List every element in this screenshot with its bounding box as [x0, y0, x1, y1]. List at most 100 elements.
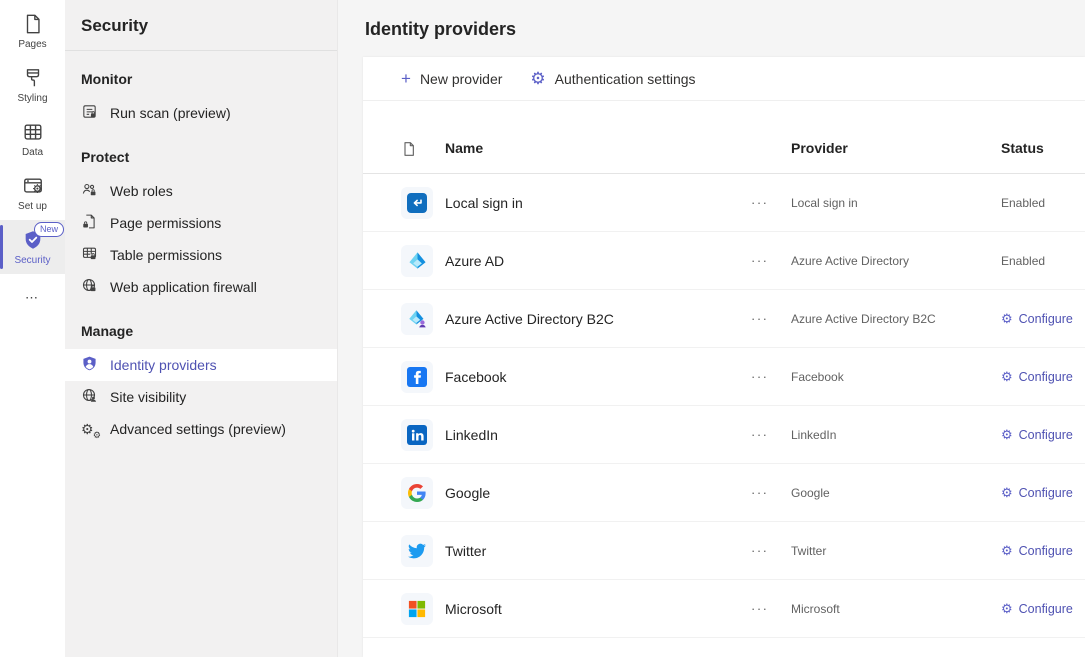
rail-item-label: Styling — [17, 93, 47, 104]
rail-item-label: Set up — [18, 201, 47, 212]
sidebar-item-run-scan[interactable]: Run scan (preview) — [65, 97, 337, 129]
table-row[interactable]: Local sign in ··· Local sign in Enabled — [363, 174, 1085, 232]
row-more-button[interactable]: ··· — [751, 543, 791, 558]
rail-item-label: Pages — [18, 39, 46, 50]
sidebar-title: Security — [65, 0, 337, 51]
new-badge: New — [34, 222, 64, 237]
microsoft-icon — [401, 593, 433, 625]
local-sign-in-icon — [401, 187, 433, 219]
authentication-settings-label: Authentication settings — [555, 71, 696, 87]
sidebar-item-web-roles[interactable]: Web roles — [65, 175, 337, 207]
configure-label: Configure — [1019, 428, 1073, 442]
table-row[interactable]: Facebook ··· Facebook ⚙︎Configure — [363, 348, 1085, 406]
rail-item-set-up[interactable]: Set up — [0, 166, 65, 220]
rail-more-button[interactable]: ⋯ — [0, 274, 65, 322]
configure-label: Configure — [1019, 312, 1073, 326]
row-more-button[interactable]: ··· — [751, 195, 791, 210]
sidebar-item-label: Page permissions — [110, 215, 221, 231]
row-more-button[interactable]: ··· — [751, 369, 791, 384]
sidebar-item-advanced-settings[interactable]: ⚙︎⚙︎ Advanced settings (preview) — [65, 413, 337, 445]
status-text: Enabled — [1001, 196, 1065, 210]
table-row[interactable]: Google ··· Google ⚙︎Configure — [363, 464, 1085, 522]
row-provider: Azure Active Directory — [791, 254, 1001, 268]
authentication-settings-button[interactable]: ⚙︎ Authentication settings — [530, 70, 695, 87]
configure-label: Configure — [1019, 486, 1073, 500]
facebook-icon — [401, 361, 433, 393]
configure-link[interactable]: ⚙︎Configure — [1001, 486, 1073, 500]
table-row[interactable]: Microsoft ··· Microsoft ⚙︎Configure — [363, 580, 1085, 638]
configure-link[interactable]: ⚙︎Configure — [1001, 428, 1073, 442]
row-name: LinkedIn — [445, 427, 751, 443]
section-header-monitor: Monitor — [65, 51, 337, 97]
document-icon — [401, 141, 445, 156]
paintbrush-icon — [22, 67, 44, 89]
row-provider: Google — [791, 486, 1001, 500]
row-name: Twitter — [445, 543, 751, 559]
sidebar-item-label: Advanced settings (preview) — [110, 421, 286, 437]
row-more-button[interactable]: ··· — [751, 485, 791, 500]
table-row[interactable]: Azure AD ··· Azure Active Directory Enab… — [363, 232, 1085, 290]
row-name: Local sign in — [445, 195, 751, 211]
row-more-button[interactable]: ··· — [751, 253, 791, 268]
sidebar-item-identity-providers[interactable]: Identity providers — [65, 349, 337, 381]
security-sidebar: Security Monitor Run scan (preview) Prot… — [65, 0, 338, 657]
table-lock-icon — [81, 245, 98, 265]
row-name: Facebook — [445, 369, 751, 385]
sidebar-item-label: Site visibility — [110, 389, 186, 405]
row-more-button[interactable]: ··· — [751, 601, 791, 616]
row-more-button[interactable]: ··· — [751, 427, 791, 442]
sidebar-item-label: Web application firewall — [110, 279, 257, 295]
rail-item-security[interactable]: New Security — [0, 220, 65, 274]
linkedin-icon — [401, 419, 433, 451]
people-lock-icon — [81, 181, 98, 201]
left-rail: Pages Styling Data Set up New Security ⋯ — [0, 0, 65, 657]
pages-icon — [22, 13, 44, 35]
column-header-provider[interactable]: Provider — [791, 140, 1001, 156]
column-header-name[interactable]: Name — [445, 140, 751, 156]
gear-icon: ⚙︎ — [530, 70, 545, 87]
rail-item-styling[interactable]: Styling — [0, 58, 65, 112]
sidebar-item-web-application-firewall[interactable]: Web application firewall — [65, 271, 337, 303]
gear-icon: ⚙︎ — [1001, 370, 1013, 383]
status-text: Enabled — [1001, 254, 1065, 268]
configure-link[interactable]: ⚙︎ Configure — [1001, 312, 1073, 326]
section-header-protect: Protect — [65, 129, 337, 175]
rail-item-label: Security — [14, 255, 50, 266]
table-row[interactable]: Azure Active Directory B2C ··· Azure Act… — [363, 290, 1085, 348]
table-row[interactable]: LinkedIn ··· LinkedIn ⚙︎Configure — [363, 406, 1085, 464]
rail-item-pages[interactable]: Pages — [0, 4, 65, 58]
new-provider-button[interactable]: + New provider — [401, 70, 502, 87]
table-row[interactable]: Twitter ··· Twitter ⚙︎Configure — [363, 522, 1085, 580]
gear-icon: ⚙︎ — [1001, 312, 1013, 325]
rail-item-data[interactable]: Data — [0, 112, 65, 166]
row-provider: Local sign in — [791, 196, 1001, 210]
section-header-manage: Manage — [65, 303, 337, 349]
gear-icon: ⚙︎ — [1001, 544, 1013, 557]
configure-link[interactable]: ⚙︎ Configure — [1001, 370, 1073, 384]
sidebar-item-table-permissions[interactable]: Table permissions — [65, 239, 337, 271]
row-name: Azure Active Directory B2C — [445, 311, 751, 327]
column-header-status[interactable]: Status — [1001, 140, 1065, 156]
row-provider: Twitter — [791, 544, 1001, 558]
sidebar-item-page-permissions[interactable]: Page permissions — [65, 207, 337, 239]
table-icon — [22, 121, 44, 143]
azure-ad-b2c-icon — [401, 303, 433, 335]
page-lock-icon — [81, 213, 98, 233]
configure-link[interactable]: ⚙︎Configure — [1001, 544, 1073, 558]
table-header: Name Provider Status — [363, 101, 1085, 174]
gears-icon: ⚙︎⚙︎ — [81, 421, 98, 438]
sidebar-item-label: Web roles — [110, 183, 173, 199]
identity-providers-card: + New provider ⚙︎ Authentication setting… — [363, 57, 1085, 657]
row-provider: LinkedIn — [791, 428, 1001, 442]
google-icon — [401, 477, 433, 509]
configure-label: Configure — [1019, 370, 1073, 384]
rail-item-label: Data — [22, 147, 43, 158]
configure-link[interactable]: ⚙︎Configure — [1001, 602, 1073, 616]
row-provider: Microsoft — [791, 602, 1001, 616]
sidebar-item-site-visibility[interactable]: Site visibility — [65, 381, 337, 413]
setup-window-gear-icon — [22, 175, 44, 197]
sidebar-item-label: Table permissions — [110, 247, 222, 263]
row-more-button[interactable]: ··· — [751, 311, 791, 326]
new-provider-label: New provider — [420, 71, 502, 87]
app-window: Pages Styling Data Set up New Security ⋯… — [0, 0, 1085, 657]
